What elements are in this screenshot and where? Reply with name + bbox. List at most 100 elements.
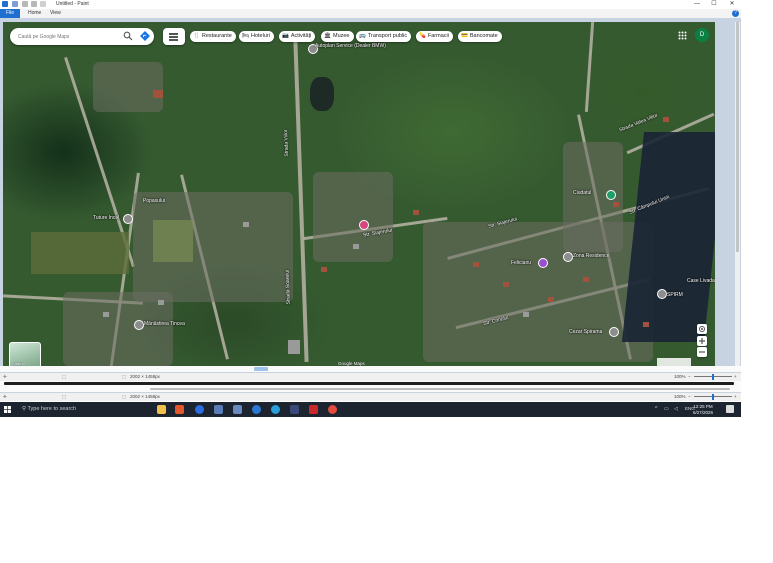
network-icon[interactable]: ▭	[664, 406, 669, 412]
search-input[interactable]	[18, 32, 113, 41]
brave-browser-icon[interactable]	[175, 405, 184, 414]
chip-activities[interactable]: 📷 Activități	[279, 31, 316, 42]
horizontal-scroll-thumb[interactable]	[4, 382, 734, 385]
map-label: Strada Valea Viilor	[618, 112, 659, 134]
place-pin-icon[interactable]	[134, 320, 144, 330]
place-pin-icon[interactable]	[563, 252, 573, 262]
chip-pharmacies[interactable]: 💊 Farmacii	[416, 31, 453, 42]
taskbar-search[interactable]: ⚲ Type here to search	[22, 404, 148, 415]
show-hidden-icons-icon[interactable]: ^	[655, 406, 657, 412]
map-building	[548, 297, 554, 302]
map-building	[503, 282, 509, 287]
system-clock[interactable]: 12:25 PM 6/27/2026	[693, 404, 713, 415]
chip-label: Farmacii	[427, 33, 449, 39]
pharmacy-icon: 💊	[419, 33, 426, 39]
search-box[interactable]	[10, 28, 154, 45]
map-building	[613, 202, 619, 207]
horizontal-scroll-thumb[interactable]	[150, 388, 730, 390]
help-button[interactable]: ?	[732, 10, 739, 17]
edge-browser-icon[interactable]	[195, 405, 204, 414]
place-pin-icon[interactable]	[657, 289, 667, 299]
search-icon[interactable]	[123, 31, 133, 41]
my-location-button[interactable]	[697, 324, 707, 334]
chip-label: Activități	[290, 33, 312, 39]
horizontal-scroll-thumb[interactable]	[254, 367, 268, 371]
map-road	[584, 22, 595, 112]
tab-home[interactable]: Home	[24, 9, 45, 18]
zoom-out-button[interactable]	[697, 347, 707, 357]
map-building	[583, 277, 589, 282]
customize-quick-access-icon[interactable]	[40, 1, 46, 7]
google-apps-icon[interactable]	[678, 31, 687, 40]
layers-toggle[interactable]: Straturi	[9, 342, 41, 366]
map-footer-controls[interactable]	[657, 358, 691, 366]
zoom-in-icon[interactable]: +	[734, 373, 737, 381]
redo-icon[interactable]	[31, 1, 37, 7]
canvas-size-text: 2002 × 1458px	[130, 394, 160, 399]
pdf-reader-icon[interactable]	[309, 405, 318, 414]
landmark-pin-icon[interactable]	[538, 258, 548, 268]
museum-icon: 🏛	[324, 33, 331, 39]
map-building	[243, 222, 249, 227]
chrome-browser-icon[interactable]	[328, 405, 337, 414]
undo-icon[interactable]	[22, 1, 28, 7]
app-icon[interactable]	[233, 405, 242, 414]
horizontal-scrollbar[interactable]	[0, 366, 741, 372]
app-icon[interactable]	[290, 405, 299, 414]
avatar[interactable]: D	[695, 28, 709, 42]
zoom-out-icon[interactable]: −	[688, 393, 691, 401]
tab-view[interactable]: View	[46, 9, 65, 18]
minimize-button[interactable]: —	[689, 0, 705, 9]
map-label: Zona Residence	[573, 253, 610, 259]
tab-file[interactable]: File	[0, 9, 20, 18]
canvas-size-text: 2002 × 1458px	[130, 374, 160, 379]
cursor-position-icon: ✛	[3, 394, 7, 399]
windows-start-icon[interactable]	[4, 406, 11, 413]
zoom-in-icon[interactable]: +	[734, 393, 737, 401]
selection-size-icon: ⬚	[62, 374, 67, 379]
shopping-pin-icon[interactable]	[359, 220, 369, 230]
map-building	[523, 312, 529, 317]
map-building	[321, 267, 327, 272]
notifications-icon[interactable]	[726, 405, 734, 413]
park-pin-icon[interactable]	[606, 190, 616, 200]
chip-hotels[interactable]: 🛏 Hoteluri	[239, 31, 274, 42]
title-bar: Untitled - Paint — ☐ ✕	[0, 0, 741, 9]
volume-icon[interactable]: ◁	[674, 406, 678, 412]
atm-icon: 💳	[461, 33, 468, 39]
chip-restaurants[interactable]: 🍴 Restaurante	[190, 31, 236, 42]
app-icon[interactable]	[214, 405, 223, 414]
save-icon[interactable]	[12, 1, 18, 7]
paint-app-icon[interactable]	[252, 405, 261, 414]
selection-size-icon: ⬚	[62, 394, 67, 399]
menu-button[interactable]	[163, 28, 185, 45]
map-label: Popasului	[143, 198, 165, 204]
map-label: Cezar Spirama	[569, 329, 603, 335]
map-neighborhood	[93, 62, 163, 112]
directions-icon[interactable]	[140, 31, 150, 41]
place-pin-icon[interactable]	[123, 214, 133, 224]
zoom-level: 100%	[674, 374, 686, 379]
zoom-out-icon[interactable]: −	[688, 373, 691, 381]
chip-museums[interactable]: 🏛 Muzee	[321, 31, 354, 42]
window-title: Untitled - Paint	[56, 1, 89, 7]
zoom-slider-thumb[interactable]	[712, 394, 714, 400]
map-field	[31, 232, 129, 274]
file-explorer-icon[interactable]	[157, 405, 166, 414]
map-canvas[interactable]: Autoplan Service (Dealer BMW) Tuture Inc…	[3, 22, 715, 366]
chip-atms[interactable]: 💳 Bancomate	[458, 31, 502, 42]
horizontal-scrollbar[interactable]	[0, 386, 741, 392]
close-button[interactable]: ✕	[724, 0, 740, 9]
chip-label: Muzee	[332, 33, 350, 39]
chip-public-transport[interactable]: 🚌 Transport public	[356, 31, 412, 42]
zoom-slider-thumb[interactable]	[712, 374, 714, 380]
zoom-in-button[interactable]	[697, 336, 707, 346]
maximize-button[interactable]: ☐	[706, 0, 722, 9]
edge-browser-icon[interactable]	[271, 405, 280, 414]
taskbar-search-placeholder: Type here to search	[27, 406, 77, 412]
vertical-scroll-thumb[interactable]	[736, 22, 739, 252]
vertical-scrollbar[interactable]	[735, 22, 740, 366]
place-pin-icon[interactable]	[609, 327, 619, 337]
map-building	[103, 312, 109, 317]
camera-icon: 📷	[282, 33, 289, 39]
